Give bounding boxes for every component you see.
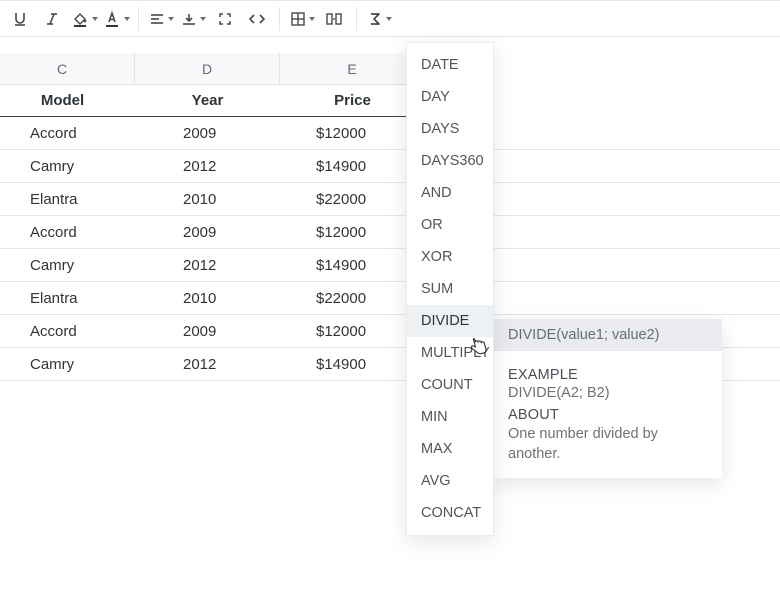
separator: [138, 7, 139, 31]
fn-or[interactable]: OR: [407, 209, 493, 241]
cell-model[interactable]: Elantra: [0, 183, 135, 215]
chevron-down-icon: [386, 17, 392, 21]
tooltip-about: One number divided by another.: [508, 425, 708, 464]
fn-concat[interactable]: CONCAT: [407, 497, 493, 529]
fn-divide[interactable]: DIVIDE: [407, 305, 493, 337]
cell-price[interactable]: $12000: [280, 216, 425, 248]
vertical-align-icon[interactable]: [179, 5, 207, 33]
table-row: Camry2012$14900: [0, 150, 780, 183]
table-headers: Model Year Price: [0, 85, 780, 117]
cell-model[interactable]: Camry: [0, 348, 135, 380]
cell-model[interactable]: Accord: [0, 315, 135, 347]
cell-year[interactable]: 2010: [135, 282, 280, 314]
fn-count[interactable]: COUNT: [407, 369, 493, 401]
col-D[interactable]: D: [135, 53, 280, 85]
cell-price[interactable]: $14900: [280, 249, 425, 281]
cell-price[interactable]: $14900: [280, 348, 425, 380]
fn-date[interactable]: DATE: [407, 49, 493, 81]
text-color-icon[interactable]: [102, 5, 130, 33]
cell-year[interactable]: 2009: [135, 216, 280, 248]
cell-year[interactable]: 2012: [135, 249, 280, 281]
function-tooltip: DIVIDE(value1; value2) EXAMPLE DIVIDE(A2…: [494, 319, 722, 478]
cell-model[interactable]: Accord: [0, 117, 135, 149]
split-cell-icon[interactable]: [320, 5, 348, 33]
fn-and[interactable]: AND: [407, 177, 493, 209]
fn-multiply[interactable]: MULTIPLY: [407, 337, 493, 369]
fn-min[interactable]: MIN: [407, 401, 493, 433]
fn-max[interactable]: MAX: [407, 433, 493, 465]
italic-icon[interactable]: [38, 5, 66, 33]
function-menu: DATEDAYDAYSDAYS360ANDORXORSUMDIVIDEMULTI…: [406, 42, 494, 536]
header-model[interactable]: Model: [0, 85, 135, 117]
toolbar: [0, 0, 780, 37]
cell-model[interactable]: Elantra: [0, 282, 135, 314]
cell-price[interactable]: $12000: [280, 315, 425, 347]
chevron-down-icon: [309, 17, 315, 21]
col-E[interactable]: E: [280, 53, 425, 85]
cell-price[interactable]: $22000: [280, 183, 425, 215]
table-row: Accord2009$12000: [0, 117, 780, 150]
cell-price[interactable]: $12000: [280, 117, 425, 149]
cell-year[interactable]: 2009: [135, 117, 280, 149]
fn-days[interactable]: DAYS: [407, 113, 493, 145]
expand-icon[interactable]: [211, 5, 239, 33]
cell-model[interactable]: Camry: [0, 150, 135, 182]
tooltip-about-heading: ABOUT: [508, 407, 708, 423]
sigma-icon[interactable]: [365, 5, 393, 33]
fn-days360[interactable]: DAYS360: [407, 145, 493, 177]
cell-price[interactable]: $22000: [280, 282, 425, 314]
table-row: Accord2009$12000: [0, 216, 780, 249]
table-row: Elantra2010$22000: [0, 183, 780, 216]
column-headers: C D E: [0, 53, 780, 85]
chevron-down-icon: [124, 17, 130, 21]
underline-icon[interactable]: [6, 5, 34, 33]
table-row: Camry2012$14900: [0, 249, 780, 282]
header-price[interactable]: Price: [280, 85, 425, 117]
fn-avg[interactable]: AVG: [407, 465, 493, 497]
fn-day[interactable]: DAY: [407, 81, 493, 113]
fn-xor[interactable]: XOR: [407, 241, 493, 273]
chevron-down-icon: [200, 17, 206, 21]
table-row: Elantra2010$22000: [0, 282, 780, 315]
fill-color-icon[interactable]: [70, 5, 98, 33]
header-year[interactable]: Year: [135, 85, 280, 117]
code-icon[interactable]: [243, 5, 271, 33]
cell-price[interactable]: $14900: [280, 150, 425, 182]
table-icon[interactable]: [288, 5, 316, 33]
cell-model[interactable]: Camry: [0, 249, 135, 281]
cell-year[interactable]: 2009: [135, 315, 280, 347]
col-C[interactable]: C: [0, 53, 135, 85]
tooltip-example: DIVIDE(A2; B2): [508, 385, 708, 401]
separator: [356, 7, 357, 31]
cell-year[interactable]: 2012: [135, 150, 280, 182]
chevron-down-icon: [168, 17, 174, 21]
chevron-down-icon: [92, 17, 98, 21]
cell-model[interactable]: Accord: [0, 216, 135, 248]
cell-year[interactable]: 2012: [135, 348, 280, 380]
separator: [279, 7, 280, 31]
tooltip-signature: DIVIDE(value1; value2): [494, 319, 722, 351]
cell-year[interactable]: 2010: [135, 183, 280, 215]
tooltip-example-heading: EXAMPLE: [508, 367, 708, 383]
fn-sum[interactable]: SUM: [407, 273, 493, 305]
horizontal-align-icon[interactable]: [147, 5, 175, 33]
